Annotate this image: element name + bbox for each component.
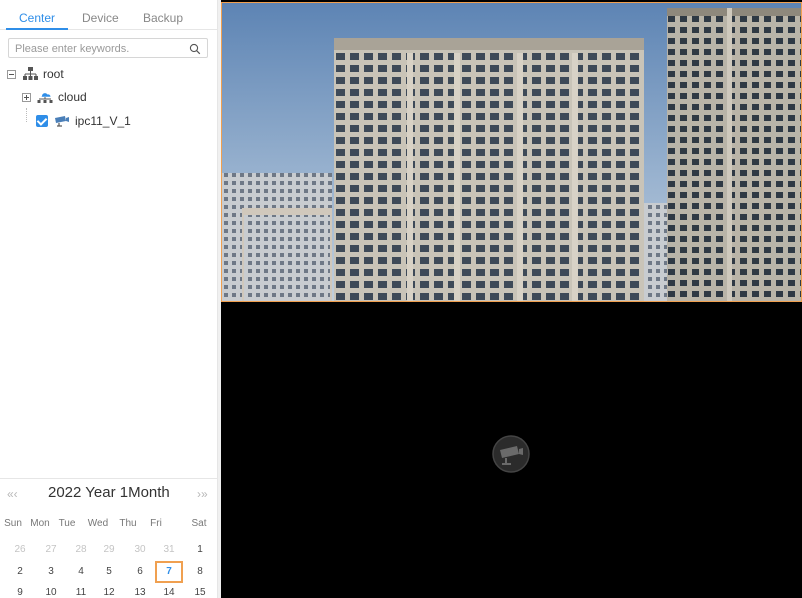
search-icon[interactable] <box>189 43 201 55</box>
weekday-label: Sat <box>191 518 207 529</box>
tree-node-camera[interactable]: ipc11_V_1 <box>36 112 131 130</box>
next-month-button[interactable]: ›» <box>197 487 208 501</box>
tree-node-label: cloud <box>58 90 87 104</box>
calendar-day[interactable]: 12 <box>97 584 121 598</box>
camera-checkbox[interactable] <box>36 115 48 127</box>
tab-bar: Center Device Backup <box>0 0 218 30</box>
calendar-day[interactable]: 4 <box>69 563 93 581</box>
tree-node-cloud[interactable]: cloud <box>22 88 87 106</box>
tree-node-label: root <box>43 67 64 81</box>
tab-device[interactable]: Device <box>82 11 119 25</box>
weekday-label: Thu <box>119 518 137 529</box>
cloud-network-icon <box>37 93 53 103</box>
playback-window: Center Device Backup Please enter keywor… <box>0 0 802 598</box>
video-pane-1[interactable] <box>221 2 802 302</box>
calendar-day[interactable]: 3 <box>39 563 63 581</box>
calendar-day[interactable]: 14 <box>157 584 181 598</box>
search-input[interactable] <box>9 40 185 58</box>
video-pane-2[interactable] <box>221 303 802 598</box>
calendar-day[interactable]: 31 <box>157 541 181 559</box>
calendar: «‹ 2022 Year 1Month ›» Sun Mon Tue Wed T… <box>0 478 218 598</box>
calendar-day[interactable]: 15 <box>188 584 212 598</box>
weekday-label: Mon <box>30 518 50 529</box>
calendar-day[interactable]: 1 <box>188 541 212 559</box>
weekday-label: Fri <box>150 518 162 529</box>
calendar-day[interactable]: 30 <box>128 541 152 559</box>
calendar-title: 2022 Year 1Month <box>48 484 170 501</box>
calendar-day-selected[interactable]: 7 <box>155 561 183 583</box>
prev-month-button[interactable]: «‹ <box>7 487 18 501</box>
active-tab-indicator <box>6 28 68 30</box>
calendar-day[interactable]: 27 <box>39 541 63 559</box>
weekday-label: Sun <box>4 518 22 529</box>
calendar-day[interactable]: 28 <box>69 541 93 559</box>
weekday-label: Wed <box>87 518 109 529</box>
network-root-icon <box>23 67 38 80</box>
calendar-day[interactable]: 6 <box>128 563 152 581</box>
left-panel: Center Device Backup Please enter keywor… <box>0 0 218 598</box>
calendar-day[interactable]: 5 <box>97 563 121 581</box>
collapse-toggle[interactable] <box>7 69 16 79</box>
camera-icon <box>55 116 69 127</box>
calendar-day[interactable]: 13 <box>128 584 152 598</box>
tree-connector <box>26 108 27 122</box>
search-box <box>8 38 208 58</box>
video-frame-buildings <box>222 3 801 301</box>
calendar-day[interactable]: 10 <box>39 584 63 598</box>
tree-node-root[interactable]: root <box>7 65 64 83</box>
no-video-camera-icon <box>492 435 530 473</box>
calendar-day[interactable]: 2 <box>8 563 32 581</box>
calendar-day[interactable]: 11 <box>69 584 93 598</box>
tab-center[interactable]: Center <box>19 11 55 25</box>
calendar-day[interactable]: 8 <box>188 563 212 581</box>
calendar-day[interactable]: 26 <box>8 541 32 559</box>
expand-toggle[interactable] <box>22 92 31 102</box>
tab-backup[interactable]: Backup <box>143 11 183 25</box>
calendar-day[interactable]: 29 <box>97 541 121 559</box>
calendar-day[interactable]: 9 <box>8 584 32 598</box>
tree-node-label: ipc11_V_1 <box>75 114 131 128</box>
weekday-label: Tue <box>58 518 76 529</box>
